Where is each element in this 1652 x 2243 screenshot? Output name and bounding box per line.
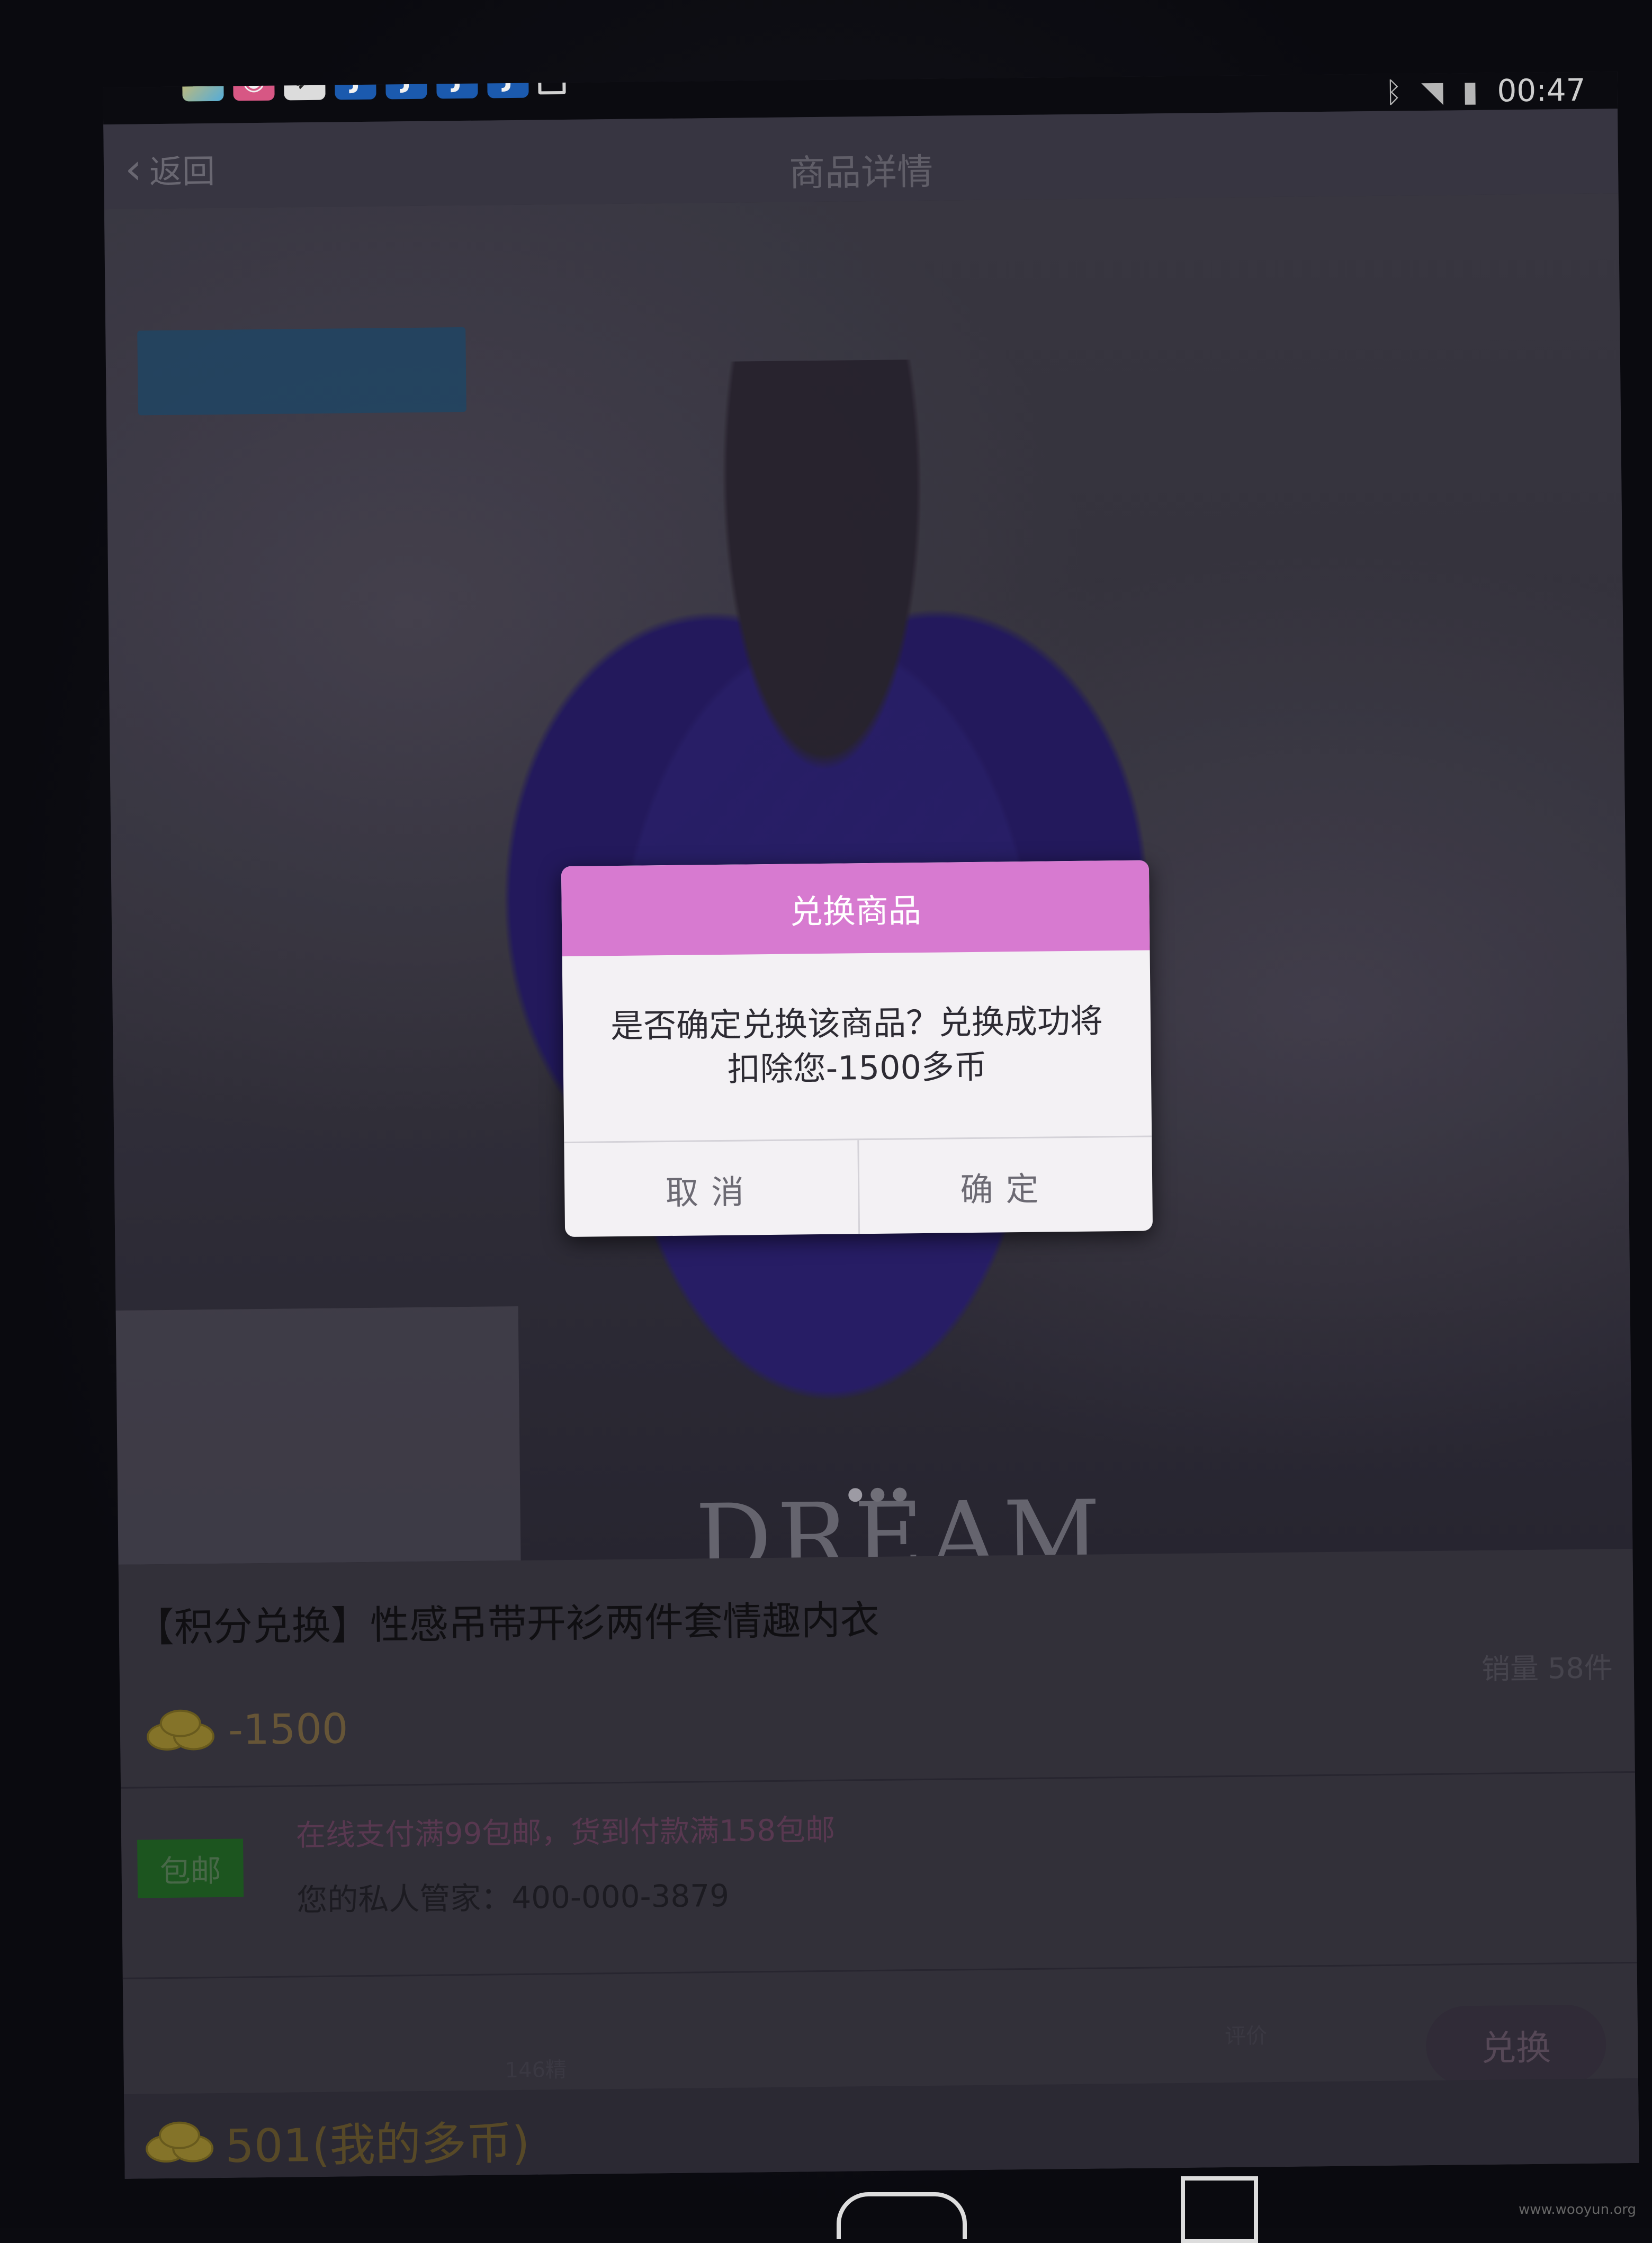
android-nav-bar bbox=[0, 2160, 1652, 2228]
dialog-message-line1: 是否确定兑换该商品？兑换成功将 bbox=[610, 999, 1103, 1048]
dialog-message: 是否确定兑换该商品？兑换成功将 扣除您-1500多币 bbox=[562, 950, 1152, 1142]
home-icon[interactable] bbox=[837, 2192, 967, 2239]
exchange-confirm-dialog: 兑换商品 是否确定兑换该商品？兑换成功将 扣除您-1500多币 取消 确定 bbox=[561, 860, 1153, 1237]
cancel-button[interactable]: 取消 bbox=[564, 1140, 858, 1237]
dialog-title: 兑换商品 bbox=[561, 860, 1150, 956]
watermark: www.wooyun.org bbox=[1519, 2202, 1636, 2218]
dialog-actions: 取消 确定 bbox=[564, 1135, 1153, 1237]
recent-apps-icon[interactable] bbox=[1181, 2176, 1258, 2243]
device-screen: ■ ◉ ➹ J J J J ↓ ᛒ ◥ ▮ 00:47 ‹ 返回 商品详情 DR… bbox=[103, 71, 1639, 2179]
dialog-message-line2: 扣除您-1500多币 bbox=[610, 1043, 1103, 1092]
confirm-button[interactable]: 确定 bbox=[857, 1137, 1153, 1235]
